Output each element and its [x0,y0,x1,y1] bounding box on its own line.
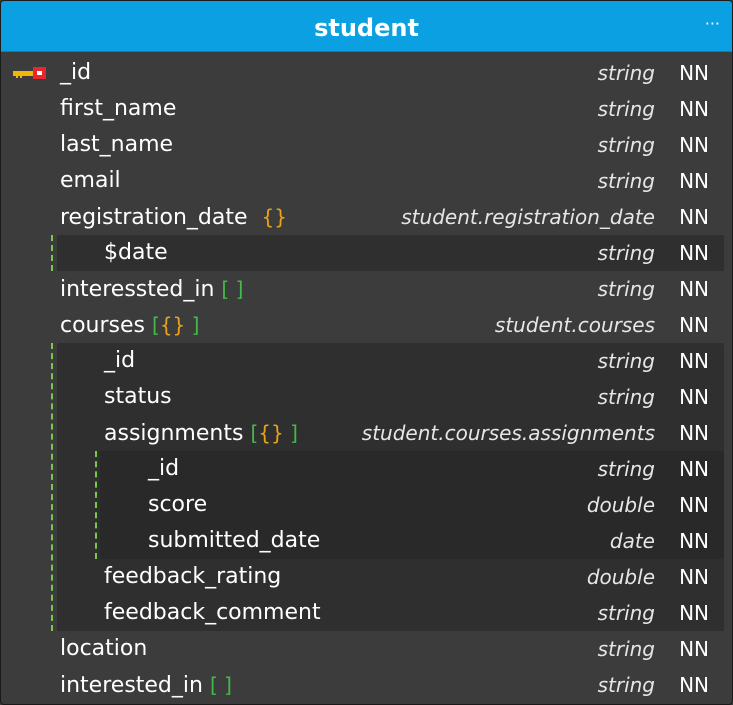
field-row-first-name[interactable]: first_name string NN [1,91,732,127]
field-row-assignments[interactable]: assignments [{} ] student.courses.assign… [1,415,732,451]
field-type: string [597,349,655,373]
field-type: string [597,97,655,121]
field-row-date[interactable]: $date string NN [1,235,732,271]
field-name: interested_in [ ] [60,673,232,698]
field-row-submitted-date[interactable]: submitted_date date NN [1,523,732,559]
field-name: status [104,384,172,409]
field-not-null: NN [679,457,709,481]
field-row-interested-in[interactable]: interested_in [ ] string NN [1,667,732,703]
field-not-null: NN [679,205,709,229]
field-row-id[interactable]: _id string NN [1,55,732,91]
field-type: string [597,385,655,409]
field-name: feedback_rating [104,564,282,589]
field-type: date [609,529,655,553]
field-type: string [597,169,655,193]
field-not-null: NN [679,421,709,445]
field-type: double [586,565,655,589]
field-type: student.courses.assignments [361,421,655,445]
field-type: string [597,61,655,85]
field-row-registration-date[interactable]: registration_date {} student.registratio… [1,199,732,235]
field-type: double [586,493,655,517]
field-name: interessted_in [ ] [60,277,244,302]
field-row-courses-id[interactable]: _id string NN [1,343,732,379]
field-not-null: NN [679,637,709,661]
field-not-null: NN [679,565,709,589]
field-type: string [597,601,655,625]
primary-key-icon [13,67,46,79]
field-row-location[interactable]: location string NN [1,631,732,667]
field-type: string [597,673,655,697]
field-type: student.registration_date [401,205,655,229]
field-name: _id [104,348,136,373]
field-type: string [597,637,655,661]
field-name: location [60,636,148,661]
field-row-email[interactable]: email string NN [1,163,732,199]
field-name: score [148,492,208,517]
entity-student[interactable]: student ··· _id string NN first_name str… [0,0,733,705]
field-name: registration_date {} [60,205,287,230]
field-not-null: NN [679,61,709,85]
field-name: submitted_date [148,528,321,553]
field-not-null: NN [679,385,709,409]
field-not-null: NN [679,97,709,121]
entity-header[interactable]: student ··· [1,1,732,52]
array-symbol: [ ] [209,673,232,697]
entity-title: student [314,14,419,42]
field-row-score[interactable]: score double NN [1,487,732,523]
field-name: $date [104,240,168,265]
field-not-null: NN [679,493,709,517]
field-type: string [597,241,655,265]
field-not-null: NN [679,133,709,157]
field-type: string [597,457,655,481]
field-not-null: NN [679,313,709,337]
array-of-objects-symbol: [{} ] [152,313,200,337]
field-name: _id [148,456,180,481]
field-name: assignments [{} ] [104,421,298,446]
ellipsis-icon[interactable]: ··· [705,16,720,32]
array-symbol: [ ] [221,277,244,301]
field-name: feedback_comment [104,600,321,625]
field-not-null: NN [679,601,709,625]
field-name: first_name [60,96,177,121]
field-row-assignments-id[interactable]: _id string NN [1,451,732,487]
field-row-interessted-in[interactable]: interessted_in [ ] string NN [1,271,732,307]
field-row-courses[interactable]: courses [{} ] student.courses NN [1,307,732,343]
field-type: string [597,277,655,301]
field-name: courses [{} ] [60,313,200,338]
field-row-last-name[interactable]: last_name string NN [1,127,732,163]
field-not-null: NN [679,169,709,193]
field-name: last_name [60,132,174,157]
field-row-feedback-rating[interactable]: feedback_rating double NN [1,559,732,595]
field-name: _id [60,60,92,85]
field-not-null: NN [679,241,709,265]
field-not-null: NN [679,673,709,697]
field-not-null: NN [679,277,709,301]
field-type: string [597,133,655,157]
object-symbol: {} [261,205,287,229]
field-not-null: NN [679,349,709,373]
field-row-feedback-comment[interactable]: feedback_comment string NN [1,595,732,631]
field-name: email [60,168,121,193]
array-of-objects-symbol: [{} ] [250,421,298,445]
field-not-null: NN [679,529,709,553]
field-row-status[interactable]: status string NN [1,379,732,415]
field-type: student.courses [494,313,655,337]
